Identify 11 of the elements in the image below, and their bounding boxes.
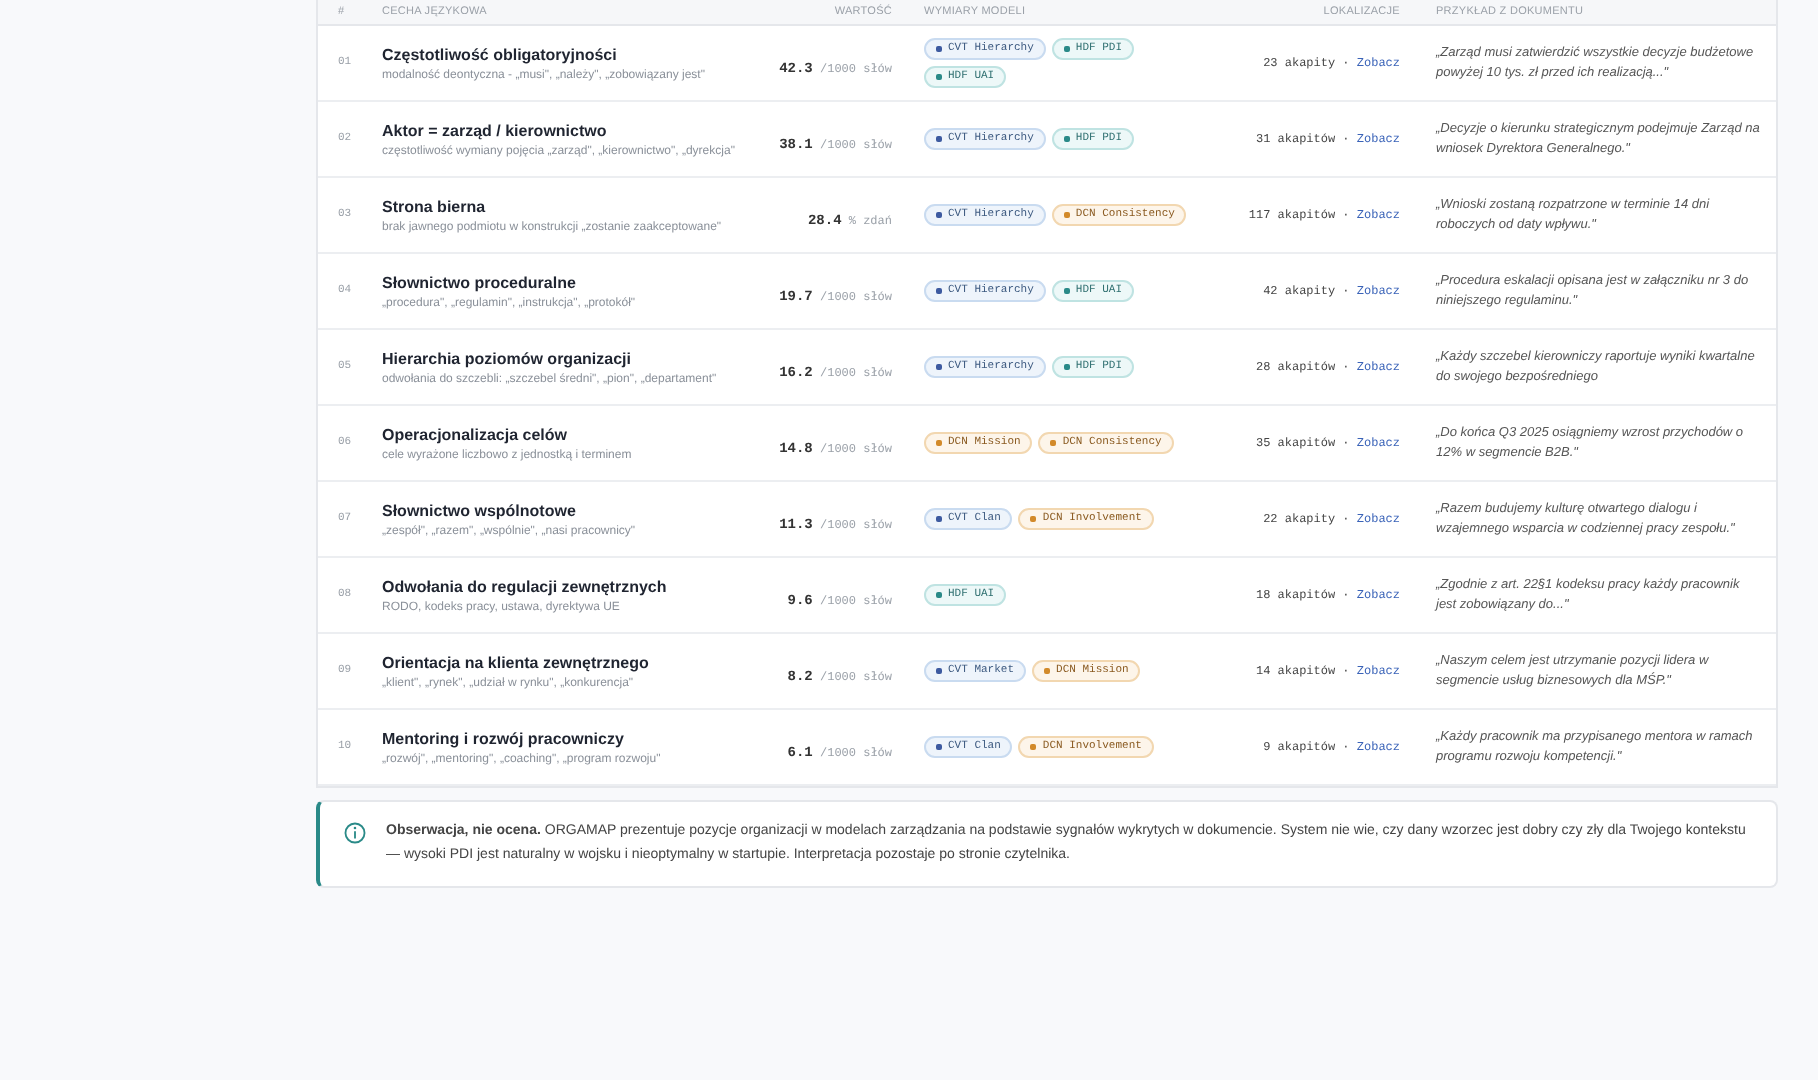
feature-name: Orientacja na klienta zewnętrznego: [382, 651, 651, 673]
feature-name: Hierarchia poziomów organizacji: [382, 347, 633, 369]
feature-name: Odwołania do regulacji zewnętrznych: [382, 575, 669, 597]
feature-name: Słownictwo proceduralne: [382, 271, 578, 293]
feature-name: Słownictwo wspólnotowe: [382, 499, 578, 521]
feature-name: Strona bierna: [382, 195, 488, 217]
info-icon: [344, 822, 366, 844]
feature-name: Aktor = zarząd / kierownictwo: [382, 119, 609, 141]
feature-name: Częstotliwość obligatoryjności: [382, 43, 619, 65]
feature-name: Mentoring i rozwój pracowniczy: [382, 727, 626, 749]
feature-name: Operacjonalizacja celów: [382, 423, 569, 445]
